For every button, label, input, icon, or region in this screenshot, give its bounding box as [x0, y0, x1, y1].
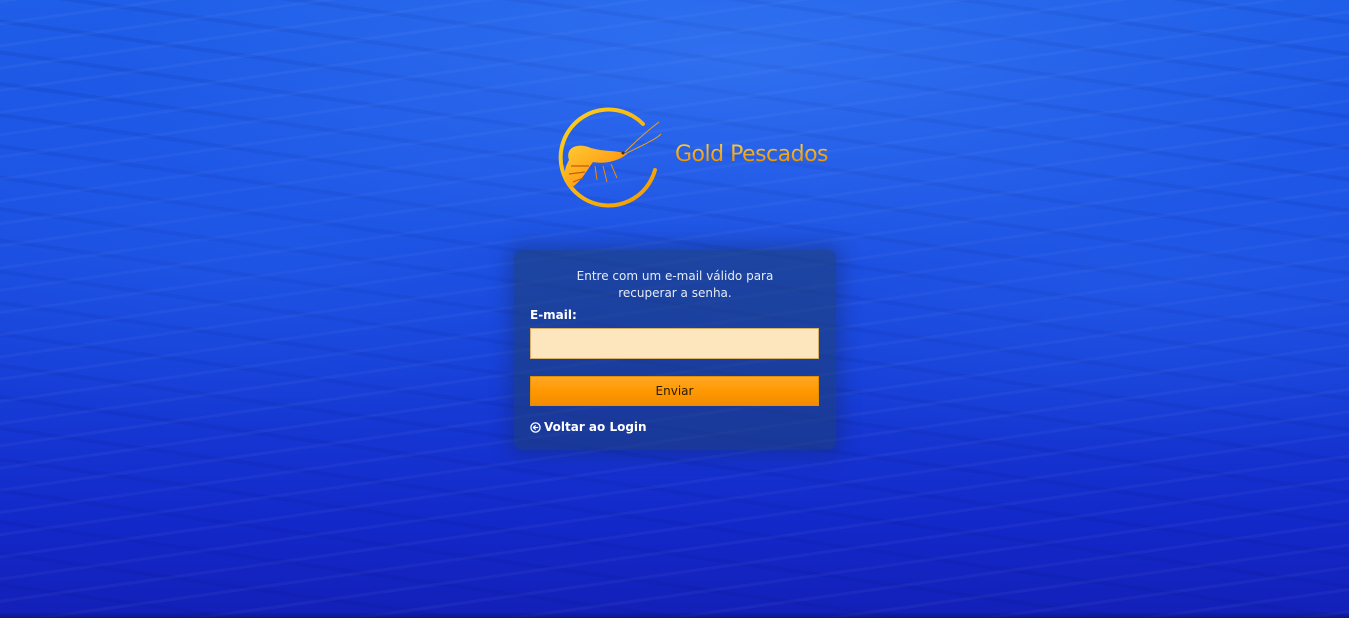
shrimp-logo-icon	[558, 107, 662, 208]
instruction-text: Entre com um e-mail válido para recupera…	[576, 269, 774, 300]
brand-name: Gold Pescados	[675, 142, 829, 167]
brand-logo: Gold Pescados	[555, 104, 829, 210]
back-to-login-label: Voltar ao Login	[544, 420, 647, 434]
arrow-circle-left-icon	[530, 421, 541, 433]
email-label: E-mail:	[530, 308, 577, 322]
password-recovery-card: Entre com um e-mail válido para recupera…	[514, 250, 836, 450]
submit-button[interactable]: Enviar	[530, 376, 819, 406]
email-input[interactable]	[530, 328, 819, 359]
back-to-login-link[interactable]: Voltar ao Login	[530, 420, 647, 434]
bottom-edge	[0, 612, 1349, 618]
